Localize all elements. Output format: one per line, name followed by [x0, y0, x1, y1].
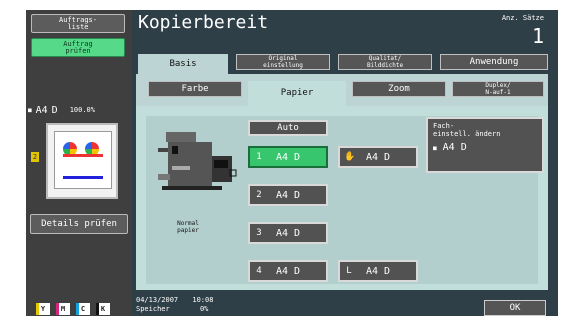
- fach-size: ■ A4 D: [433, 142, 537, 153]
- tab-qualitat-bilddichte[interactable]: Qualitat/ Bilddichte: [338, 54, 432, 70]
- tray-size: A4 D: [366, 265, 391, 277]
- tray-size: A4 D: [276, 227, 301, 239]
- toner-cyan: C: [76, 303, 90, 315]
- paper-icon: ■: [433, 145, 437, 152]
- tab-basis[interactable]: Basis: [138, 54, 228, 74]
- toner-magenta: M: [56, 303, 70, 315]
- tray-number: 4: [256, 266, 262, 276]
- tab-zoom-label: Zoom: [388, 83, 410, 94]
- red-line-icon: [63, 154, 103, 157]
- ok-button[interactable]: OK: [484, 300, 546, 316]
- toner-label: M: [60, 305, 66, 313]
- details-pruefen-button[interactable]: Details prüfen: [30, 214, 128, 234]
- details-pruefen-label: Details prüfen: [41, 219, 117, 229]
- toner-black: K: [96, 303, 110, 315]
- tray-2-button[interactable]: 2 A4 D: [248, 184, 328, 206]
- tab-anwendung-label: Anwendung: [469, 56, 519, 67]
- normal-papier-label: Normal papier: [168, 220, 208, 234]
- ok-label: OK: [509, 303, 521, 313]
- tray-icon: 2: [31, 152, 39, 162]
- tab-original-einstellung[interactable]: Original einstellung: [236, 54, 330, 70]
- page-title: Kopierbereit: [138, 12, 269, 33]
- thumbnail-page: [54, 131, 112, 189]
- copier-illustration-icon: [158, 132, 237, 190]
- left-panel: Auftrags- liste Auftrag prüfen ■ A4 D 10…: [26, 10, 132, 316]
- large-capacity-tray-button[interactable]: L A4 D: [338, 260, 418, 282]
- tab-zoom[interactable]: Zoom: [352, 81, 446, 97]
- tab-original-einstellung-label: Original einstellung: [263, 55, 303, 69]
- thumbnail-header: ■ A4 D 100.0%: [28, 102, 130, 118]
- bypass-tray-button[interactable]: ✋ A4 D: [338, 146, 418, 168]
- tray-size: A4 D: [276, 265, 301, 277]
- tab-farbe-label: Farbe: [181, 83, 209, 94]
- tray-number: 2: [256, 190, 262, 200]
- thumb-orient: D: [51, 104, 58, 116]
- blue-line-icon: [63, 176, 103, 179]
- toner-yellow: Y: [36, 303, 50, 315]
- time-text: 10:08: [192, 296, 214, 304]
- normal-papier-text: Normal papier: [177, 220, 199, 234]
- thumb-zoom: 100.0%: [69, 106, 95, 114]
- tab-duplex-label: Duplex/ N-auf-1: [485, 82, 511, 96]
- auftrag-pruefen-button[interactable]: Auftrag prüfen: [31, 38, 125, 57]
- anz-saetze-value: 1: [531, 24, 544, 48]
- tab-duplex[interactable]: Duplex/ N-auf-1: [452, 81, 544, 97]
- tab-basis-label: Basis: [169, 58, 197, 69]
- auftrags-liste-label: Auftrags- liste: [59, 15, 97, 31]
- toner-label: K: [100, 305, 106, 313]
- auftrags-liste-button[interactable]: Auftrags- liste: [31, 14, 125, 33]
- speicher-value: 0%: [199, 305, 209, 313]
- tray-size: A4 D: [366, 151, 391, 163]
- tray-1-button[interactable]: 1 A4 D: [248, 146, 328, 168]
- tray-number: L: [346, 266, 352, 276]
- fach-label: Fach- einstell. ändern: [433, 122, 501, 138]
- toner-label: Y: [40, 305, 46, 313]
- date-text: 04/13/2007: [136, 296, 179, 304]
- tray-number: 1: [256, 152, 262, 162]
- fach-einstellung-aendern-button[interactable]: Fach- einstell. ändern ■ A4 D: [426, 117, 544, 173]
- toner-label: C: [80, 305, 86, 313]
- hand-icon: ✋: [344, 152, 356, 162]
- tab-papier[interactable]: Papier: [248, 81, 346, 106]
- fach-size-text: A4 D: [442, 142, 467, 153]
- speicher-label: Speicher: [136, 305, 170, 313]
- paper-icon: ■: [28, 106, 32, 114]
- tray-size: A4 D: [276, 189, 301, 201]
- tray-3-button[interactable]: 3 A4 D: [248, 222, 328, 244]
- tray-size: A4 D: [276, 151, 301, 163]
- main-area: Kopierbereit Anz. Sätze 1 Basis Original…: [132, 10, 558, 316]
- tab-qualitat-bilddichte-label: Qualitat/ Bilddichte: [366, 55, 404, 69]
- tray-number: 3: [256, 228, 262, 238]
- tab-anwendung[interactable]: Anwendung: [440, 54, 548, 70]
- memory-status: Speicher 0%: [136, 305, 208, 313]
- tray-4-button[interactable]: 4 A4 D: [248, 260, 328, 282]
- page-thumbnail: [46, 123, 118, 199]
- tab-papier-label: Papier: [280, 88, 314, 98]
- anz-saetze-label: Anz. Sätze: [501, 14, 544, 22]
- thumb-size: A4: [35, 104, 48, 116]
- auto-label: Auto: [277, 123, 299, 133]
- copier-panel: Auftrags- liste Auftrag prüfen ■ A4 D 10…: [0, 0, 562, 324]
- tab-farbe[interactable]: Farbe: [148, 81, 242, 97]
- date-time: 04/13/2007 10:08: [136, 296, 213, 304]
- auftrag-pruefen-label: Auftrag prüfen: [63, 39, 93, 55]
- auto-button[interactable]: Auto: [248, 120, 328, 136]
